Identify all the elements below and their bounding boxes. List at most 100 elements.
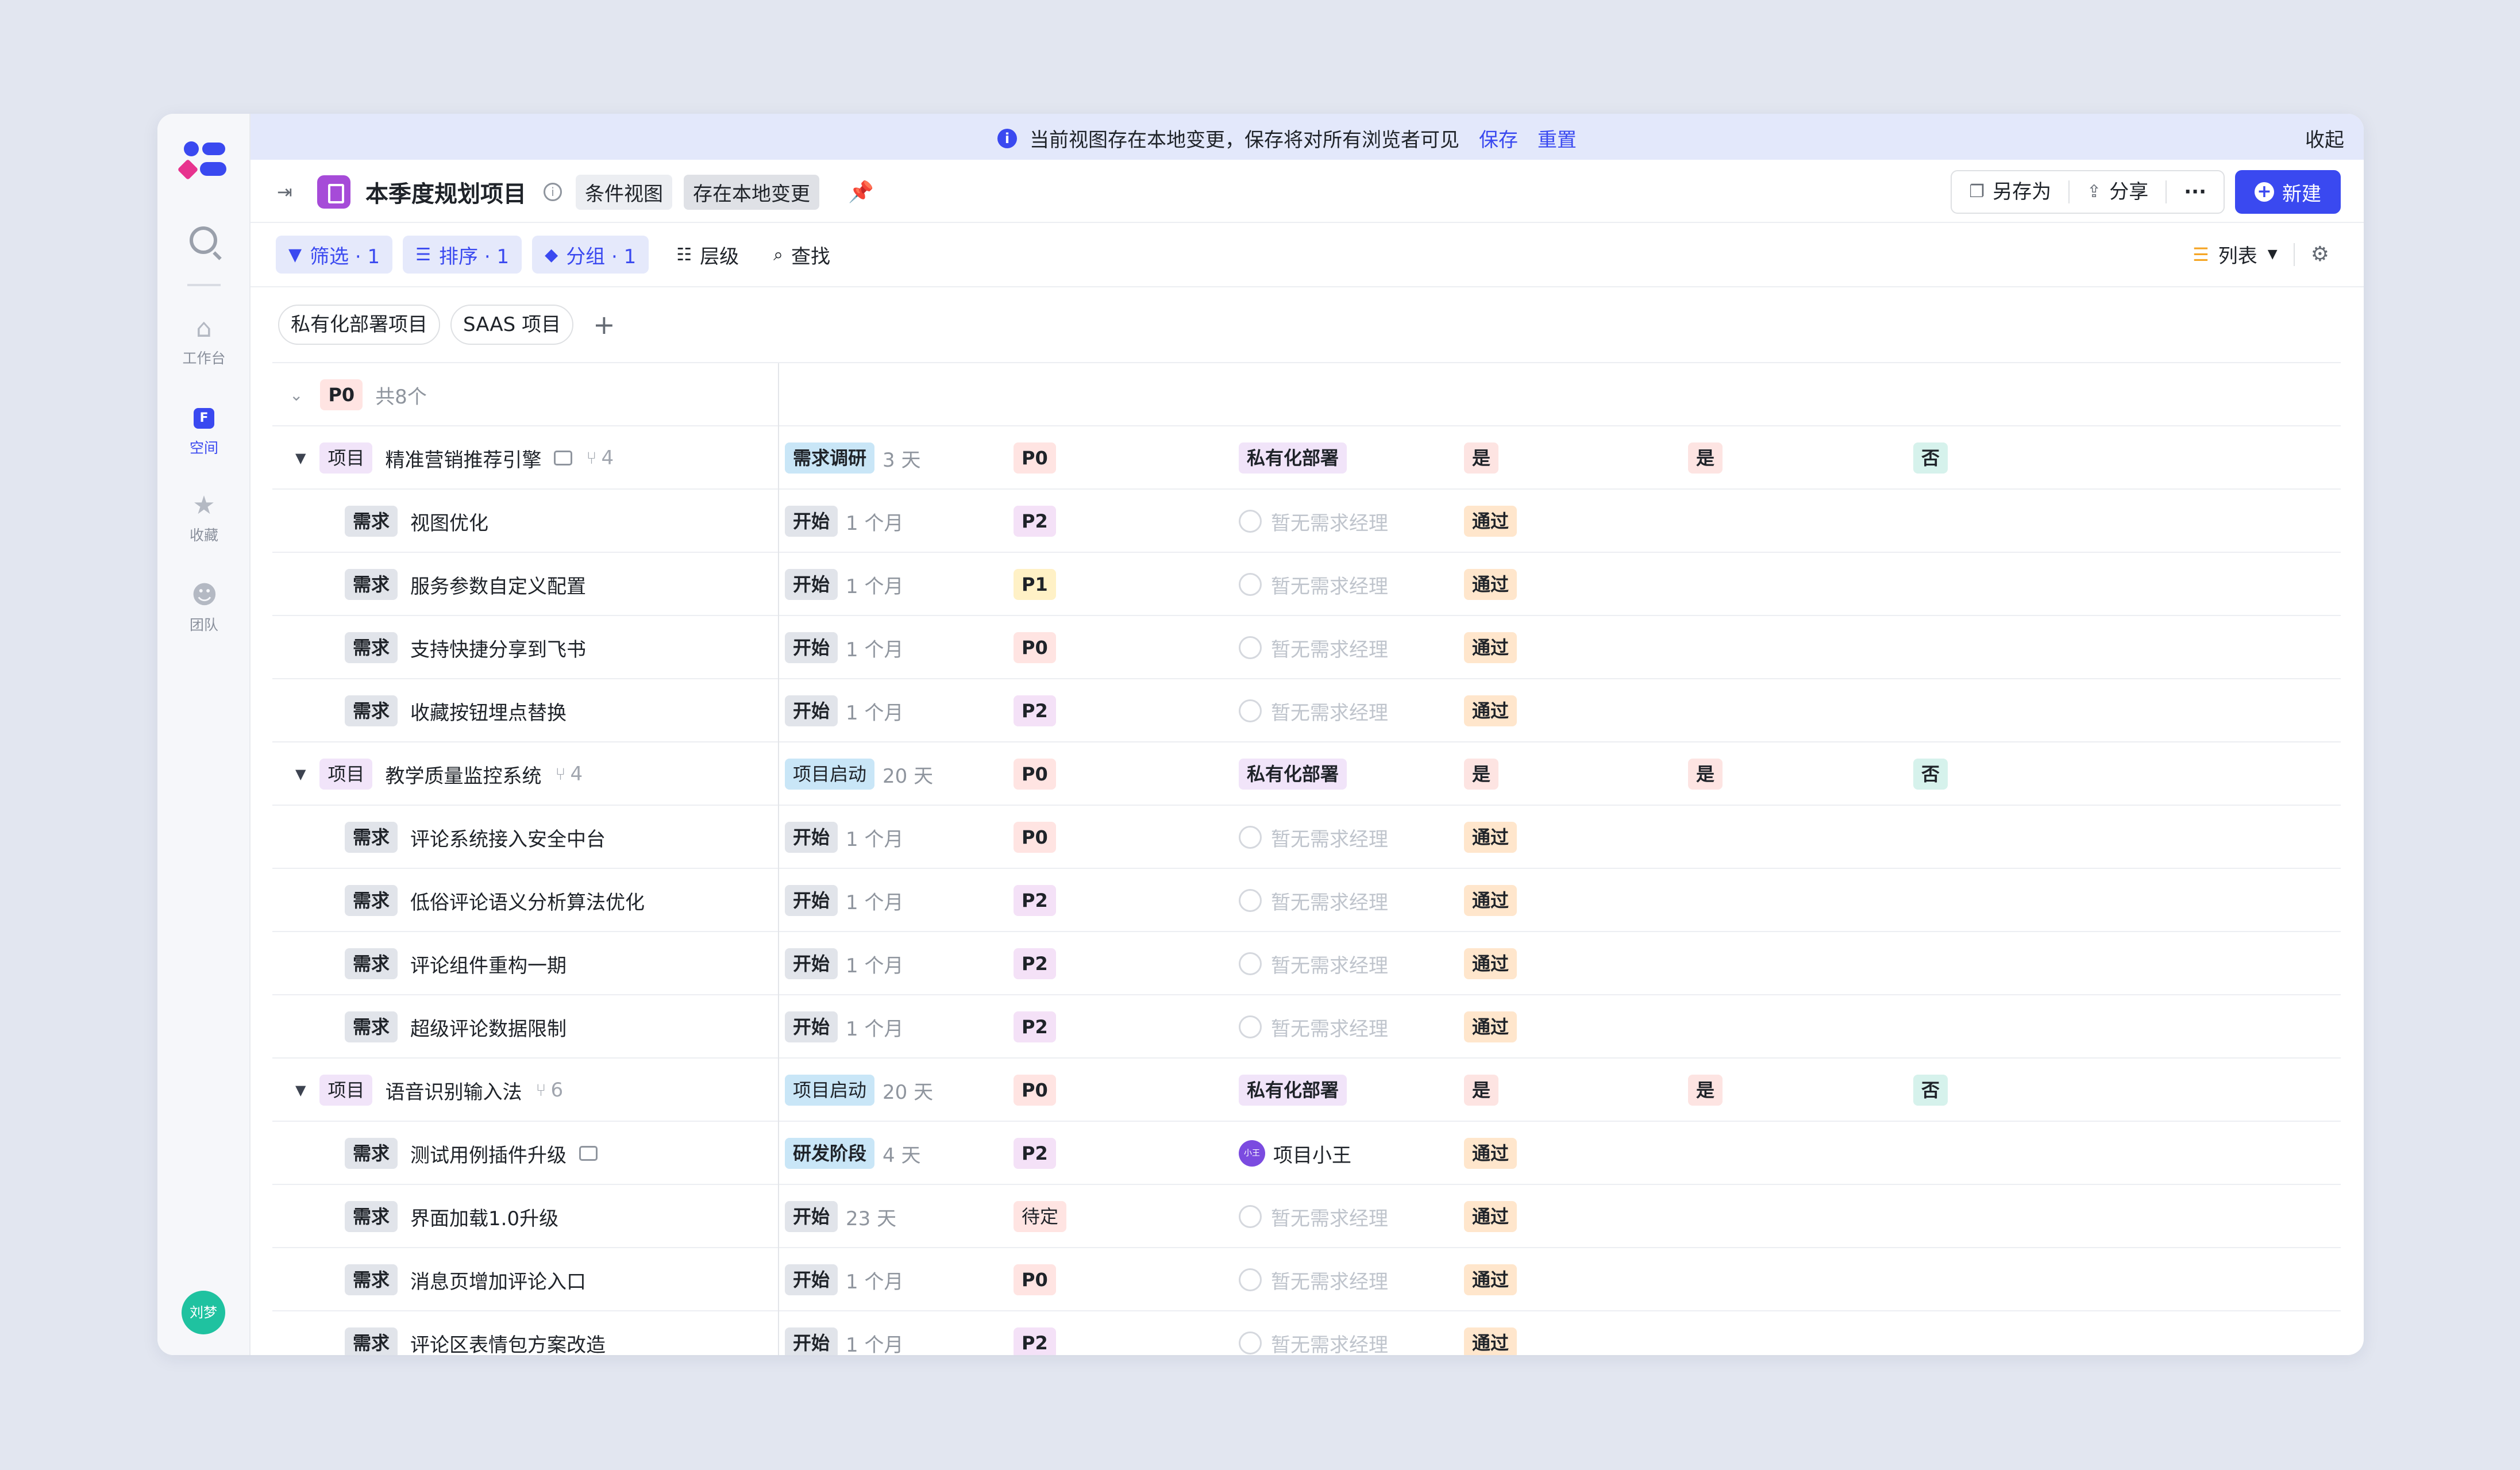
view-mode-select[interactable]: ☰ 列表 ▼ bbox=[2193, 240, 2278, 268]
row-title[interactable]: 评论系统接入安全中台 bbox=[410, 823, 606, 852]
chevron-down-icon[interactable]: ⌄ bbox=[290, 386, 303, 405]
manager-cell[interactable]: 暂无需求经理 bbox=[1239, 1203, 1388, 1231]
stage-tag[interactable]: 开始 bbox=[785, 1201, 838, 1232]
requirement-row[interactable]: 需求 服务参数自定义配置 开始 1 个月 P1 暂无需求经理 通过 bbox=[272, 553, 2341, 616]
manager-cell[interactable]: 暂无需求经理 bbox=[1239, 697, 1388, 725]
requirement-row[interactable]: 需求 评论区表情包方案改造 开始 1 个月 P2 暂无需求经理 通过 bbox=[272, 1311, 2341, 1355]
priority-tag[interactable]: P1 bbox=[1014, 569, 1056, 600]
yes-tag[interactable]: 是 bbox=[1464, 759, 1499, 790]
stage-tag[interactable]: 项目启动 bbox=[785, 759, 875, 790]
row-title[interactable]: 界面加载1.0升级 bbox=[410, 1203, 558, 1231]
deploy-tag[interactable]: 私有化部署 bbox=[1239, 442, 1347, 474]
manager-cell[interactable]: 暂无需求经理 bbox=[1239, 950, 1388, 978]
sidebar-item-favorites[interactable]: ★ 收藏 bbox=[157, 493, 251, 545]
sidebar-item-workbench[interactable]: ⌂ 工作台 bbox=[157, 316, 251, 368]
gear-icon[interactable]: ⚙ bbox=[2311, 243, 2329, 266]
stage-tag[interactable]: 研发阶段 bbox=[785, 1138, 875, 1169]
requirement-row[interactable]: 需求 评论系统接入安全中台 开始 1 个月 P0 暂无需求经理 通过 bbox=[272, 806, 2341, 869]
priority-tag[interactable]: P2 bbox=[1014, 695, 1056, 726]
expand-caret-icon[interactable]: ▼ bbox=[295, 1082, 306, 1098]
status-tag[interactable]: 通过 bbox=[1464, 1138, 1517, 1169]
info-outline-icon[interactable]: i bbox=[544, 183, 562, 201]
pin-icon[interactable]: 📌 bbox=[848, 180, 874, 204]
requirement-row[interactable]: 需求 界面加载1.0升级 开始 23 天 待定 暂无需求经理 通过 bbox=[272, 1185, 2341, 1248]
more-button[interactable]: ··· bbox=[2167, 170, 2224, 214]
deploy-tag[interactable]: 私有化部署 bbox=[1239, 759, 1347, 790]
priority-tag[interactable]: P0 bbox=[1014, 632, 1056, 663]
status-tag[interactable]: 通过 bbox=[1464, 569, 1517, 600]
row-title[interactable]: 支持快捷分享到飞书 bbox=[410, 634, 586, 662]
row-title[interactable]: 收藏按钮埋点替换 bbox=[410, 697, 567, 725]
yes-tag[interactable]: 是 bbox=[1688, 759, 1723, 790]
search-icon[interactable] bbox=[190, 226, 217, 254]
row-title[interactable]: 教学质量监控系统 bbox=[385, 760, 541, 788]
view-type-chip[interactable]: 条件视图 bbox=[576, 174, 672, 210]
expand-caret-icon[interactable]: ▼ bbox=[295, 766, 306, 782]
group-header-row[interactable]: ⌄ P0 共8个 bbox=[272, 363, 2341, 426]
row-title[interactable]: 测试用例插件升级 bbox=[410, 1140, 567, 1168]
level-button[interactable]: ☷ 层级 bbox=[659, 241, 756, 269]
priority-tag[interactable]: P2 bbox=[1014, 1011, 1056, 1042]
status-tag[interactable]: 通过 bbox=[1464, 1264, 1517, 1295]
priority-tag[interactable]: P0 bbox=[1014, 759, 1056, 790]
row-title[interactable]: 评论组件重构一期 bbox=[410, 950, 567, 978]
priority-tag[interactable]: P2 bbox=[1014, 1138, 1056, 1169]
priority-tag[interactable]: P2 bbox=[1014, 1327, 1056, 1355]
user-avatar[interactable]: 刘梦 bbox=[182, 1291, 225, 1334]
stage-tag[interactable]: 开始 bbox=[785, 1264, 838, 1295]
find-button[interactable]: ⌕ 查找 bbox=[756, 241, 847, 269]
filter-button[interactable]: ▼ 筛选 · 1 bbox=[276, 236, 393, 274]
tab-saas[interactable]: SAAS 项目 bbox=[450, 305, 574, 345]
deploy-tag[interactable]: 私有化部署 bbox=[1239, 1075, 1347, 1106]
group-button[interactable]: ◆ 分组 · 1 bbox=[532, 236, 649, 274]
yes-tag[interactable]: 是 bbox=[1688, 1075, 1723, 1106]
yes-tag[interactable]: 是 bbox=[1464, 1075, 1499, 1106]
manager-cell[interactable]: 暂无需求经理 bbox=[1239, 634, 1388, 662]
project-row[interactable]: ▼ 项目 精准营销推荐引擎 ⑂ 4 需求调研 3 天 P0 私有化部署 是 是 否 bbox=[272, 426, 2341, 490]
status-tag[interactable]: 通过 bbox=[1464, 885, 1517, 916]
project-row[interactable]: ▼ 项目 教学质量监控系统 ⑂ 4 项目启动 20 天 P0 私有化部署 是 是 否 bbox=[272, 742, 2341, 806]
manager-cell[interactable]: 小王 项目小王 bbox=[1239, 1140, 1351, 1168]
row-title[interactable]: 精准营销推荐引擎 bbox=[385, 444, 541, 472]
status-tag[interactable]: 通过 bbox=[1464, 1201, 1517, 1232]
save-as-button[interactable]: ❐ 另存为 bbox=[1952, 170, 2068, 214]
status-tag[interactable]: 通过 bbox=[1464, 506, 1517, 537]
stage-tag[interactable]: 项目启动 bbox=[785, 1075, 875, 1106]
manager-cell[interactable]: 暂无需求经理 bbox=[1239, 1329, 1388, 1355]
outline-toggle-icon[interactable]: ⇥ bbox=[277, 183, 298, 201]
stage-tag[interactable]: 开始 bbox=[785, 1327, 838, 1355]
stage-tag[interactable]: 需求调研 bbox=[785, 442, 875, 474]
status-tag[interactable]: 通过 bbox=[1464, 1011, 1517, 1042]
priority-tag[interactable]: P2 bbox=[1014, 506, 1056, 537]
stage-tag[interactable]: 开始 bbox=[785, 948, 838, 979]
row-title[interactable]: 服务参数自定义配置 bbox=[410, 571, 586, 599]
manager-cell[interactable]: 暂无需求经理 bbox=[1239, 887, 1388, 915]
stage-tag[interactable]: 开始 bbox=[785, 1011, 838, 1042]
priority-tag[interactable]: P2 bbox=[1014, 948, 1056, 979]
no-tag[interactable]: 否 bbox=[1913, 759, 1948, 790]
requirement-row[interactable]: 需求 消息页增加评论入口 开始 1 个月 P0 暂无需求经理 通过 bbox=[272, 1248, 2341, 1311]
status-tag[interactable]: 通过 bbox=[1464, 822, 1517, 853]
stage-tag[interactable]: 开始 bbox=[785, 885, 838, 916]
no-tag[interactable]: 否 bbox=[1913, 1075, 1948, 1106]
status-tag[interactable]: 通过 bbox=[1464, 948, 1517, 979]
stage-tag[interactable]: 开始 bbox=[785, 822, 838, 853]
manager-cell[interactable]: 暂无需求经理 bbox=[1239, 507, 1388, 536]
requirement-row[interactable]: 需求 评论组件重构一期 开始 1 个月 P2 暂无需求经理 通过 bbox=[272, 932, 2341, 995]
row-title[interactable]: 评论区表情包方案改造 bbox=[410, 1329, 606, 1356]
add-tab-icon[interactable]: + bbox=[593, 306, 615, 344]
row-title[interactable]: 消息页增加评论入口 bbox=[410, 1266, 586, 1294]
manager-cell[interactable]: 暂无需求经理 bbox=[1239, 823, 1388, 852]
priority-tag[interactable]: P0 bbox=[1014, 442, 1056, 474]
requirement-row[interactable]: 需求 测试用例插件升级 研发阶段 4 天 P2 小王 项目小王 通过 bbox=[272, 1122, 2341, 1185]
sort-button[interactable]: ☰ 排序 · 1 bbox=[403, 236, 522, 274]
row-title[interactable]: 视图优化 bbox=[410, 507, 488, 536]
priority-tag[interactable]: P0 bbox=[1014, 1075, 1056, 1106]
priority-tag[interactable]: P2 bbox=[1014, 885, 1056, 916]
save-link[interactable]: 保存 bbox=[1479, 124, 1518, 152]
priority-tag[interactable]: P0 bbox=[1014, 1264, 1056, 1295]
row-title[interactable]: 低俗评论语义分析算法优化 bbox=[410, 887, 645, 915]
project-row[interactable]: ▼ 项目 语音识别输入法 ⑂ 6 项目启动 20 天 P0 私有化部署 是 是 否 bbox=[272, 1059, 2341, 1122]
share-button[interactable]: ⇪ 分享 bbox=[2070, 170, 2165, 214]
comment-icon[interactable] bbox=[554, 451, 573, 465]
